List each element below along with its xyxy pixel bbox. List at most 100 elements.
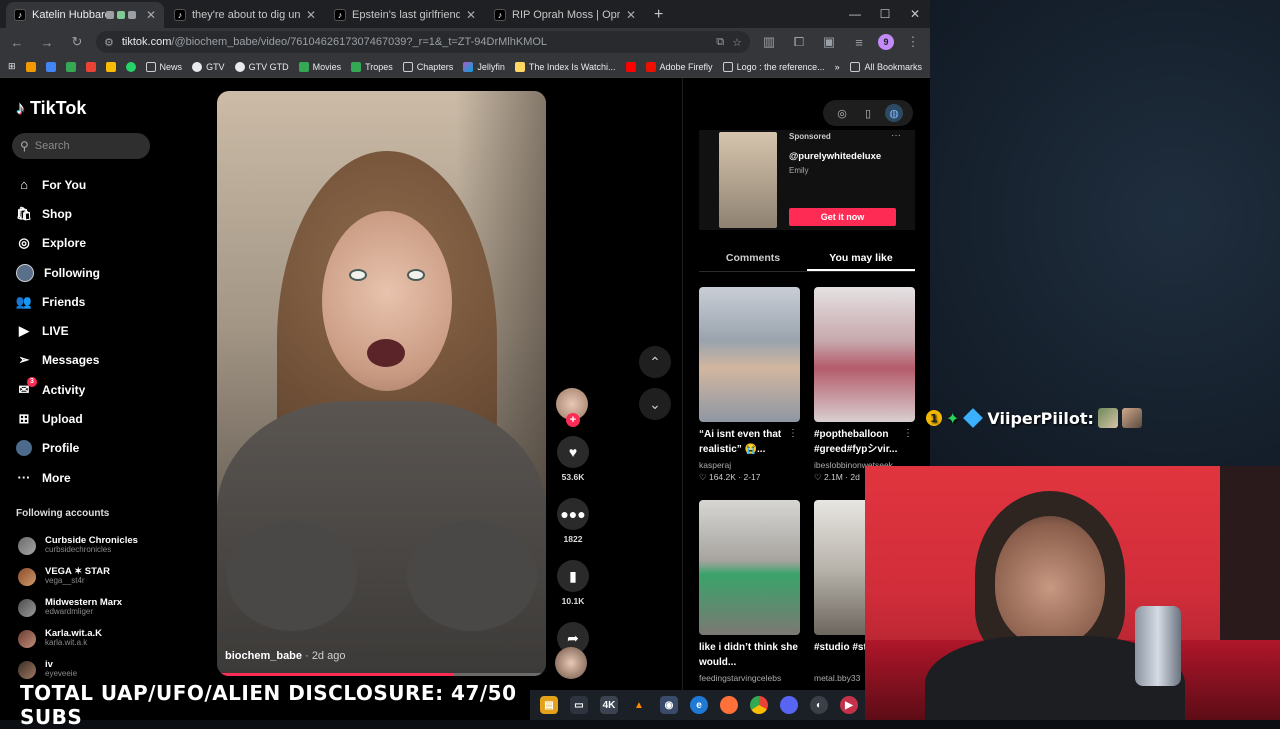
tab-search-icon[interactable]: ≡ bbox=[848, 31, 870, 53]
bookmark-icon-5[interactable] bbox=[105, 61, 116, 72]
close-window-icon[interactable]: ✕ bbox=[900, 0, 930, 28]
chrome-taskbar-icon[interactable] bbox=[750, 696, 768, 714]
account-item[interactable]: VEGA ✶ STAR vega__st4r bbox=[18, 561, 158, 592]
nav-shop[interactable]: 🛍 Shop bbox=[16, 199, 166, 228]
new-tab-button[interactable]: + bbox=[646, 6, 671, 28]
phone-icon[interactable]: ▯ bbox=[859, 104, 877, 122]
extensions-icon[interactable]: ⧠ bbox=[788, 31, 810, 53]
vlc-taskbar-icon[interactable]: ▲ bbox=[630, 696, 648, 714]
video-author[interactable]: biochem_babe · 2d ago bbox=[225, 650, 345, 662]
browser-menu-icon[interactable]: ⋮ bbox=[902, 31, 924, 53]
discord-taskbar-icon[interactable] bbox=[780, 696, 798, 714]
tab-dig-under[interactable]: ♪ they're about to dig under the ✕ bbox=[166, 2, 324, 28]
back-icon[interactable]: ← bbox=[6, 31, 28, 53]
nav-activity[interactable]: ✉ 3 Activity bbox=[16, 375, 166, 404]
nav-friends[interactable]: 👥 Friends bbox=[16, 287, 166, 316]
tab-comments[interactable]: Comments bbox=[699, 246, 807, 271]
reading-list-icon[interactable]: ▥ bbox=[758, 31, 780, 53]
nav-messages[interactable]: ➢ Messages bbox=[16, 346, 166, 375]
nav-upload[interactable]: ⊞ Upload bbox=[16, 404, 166, 433]
maximize-icon[interactable]: ☐ bbox=[870, 0, 900, 28]
card-thumbnail[interactable] bbox=[699, 287, 800, 422]
bookmark-icon-3[interactable] bbox=[65, 61, 76, 72]
video-progress-bar[interactable] bbox=[217, 673, 546, 676]
nav-explore[interactable]: ◎ Explore bbox=[16, 229, 166, 258]
comment-icon[interactable]: ●●● bbox=[557, 498, 589, 530]
save-action[interactable]: ▮ 10.1K bbox=[555, 560, 591, 606]
follow-plus-icon[interactable]: + bbox=[566, 413, 580, 427]
nav-for-you[interactable]: ⌂ For You bbox=[16, 170, 166, 199]
tab-katelin-hubbard[interactable]: ♪ Katelin Hubbard, PhD ✕ bbox=[6, 2, 164, 28]
app-taskbar-icon[interactable]: ◉ bbox=[660, 696, 678, 714]
bookmark-jellyfin[interactable]: Jellyfin bbox=[463, 61, 505, 72]
creator-avatar[interactable]: + bbox=[556, 388, 588, 427]
account-item[interactable]: Midwestern Marx edwardmliger bbox=[18, 592, 158, 623]
gmail-icon[interactable] bbox=[85, 61, 96, 72]
bookmarks-overflow-button[interactable]: » bbox=[835, 62, 840, 72]
close-tab-icon[interactable]: ✕ bbox=[466, 8, 476, 22]
close-tab-icon[interactable]: ✕ bbox=[626, 8, 636, 22]
video-card[interactable]: like i didn’t think she would... feeding… bbox=[699, 500, 800, 683]
tab-oprah[interactable]: ♪ RIP Oprah Moss | Oprah | TikTok ✕ bbox=[486, 2, 644, 28]
apps-grid-icon[interactable]: ⊞ bbox=[8, 61, 16, 72]
forward-icon[interactable]: → bbox=[36, 31, 58, 53]
bookmark-index[interactable]: The Index Is Watchi... bbox=[514, 61, 616, 72]
cast-icon[interactable]: ⧉ bbox=[716, 36, 724, 49]
window-taskbar-icon[interactable]: ▭ bbox=[570, 696, 588, 714]
site-info-icon[interactable]: ⚙ bbox=[104, 36, 114, 49]
all-bookmarks-button[interactable]: All Bookmarks bbox=[850, 61, 922, 72]
4k-taskbar-icon[interactable]: 4K bbox=[600, 696, 618, 714]
bookmark-chapters[interactable]: Chapters bbox=[402, 61, 453, 72]
account-item[interactable]: Curbside Chronicles curbsidechronicles bbox=[18, 530, 158, 561]
globe-icon[interactable]: ◍ bbox=[885, 104, 903, 122]
music-disc-avatar[interactable] bbox=[555, 647, 587, 679]
media-taskbar-icon[interactable]: ▶ bbox=[840, 696, 858, 714]
video-card[interactable]: “Ai isnt even that realistic” 😭... ⋮ kas… bbox=[699, 287, 800, 483]
card-thumbnail[interactable] bbox=[814, 287, 915, 422]
like-action[interactable]: ♥ 53.6K bbox=[555, 436, 591, 482]
previous-video-button[interactable]: ⌃ bbox=[639, 346, 671, 378]
close-tab-icon[interactable]: ✕ bbox=[306, 8, 316, 22]
compass-icon[interactable]: ◎ bbox=[833, 104, 851, 122]
obs-taskbar-icon[interactable]: ◐ bbox=[810, 696, 828, 714]
get-it-now-button[interactable]: Get it now bbox=[789, 208, 896, 226]
bookmark-adobe-firefly[interactable]: Adobe Firefly bbox=[645, 61, 713, 72]
search-box[interactable]: ⚲ bbox=[12, 133, 150, 159]
screenshot-icon[interactable]: ▣ bbox=[818, 31, 840, 53]
nav-live[interactable]: ▶ LIVE bbox=[16, 316, 166, 345]
bookmark-gtv-gtd[interactable]: GTV GTD bbox=[234, 61, 289, 72]
bookmark-tropes[interactable]: Tropes bbox=[351, 61, 393, 72]
bookmark-youtube[interactable] bbox=[625, 61, 636, 72]
nav-following[interactable]: Following bbox=[16, 258, 166, 287]
bookmark-logo-reference[interactable]: Logo : the reference... bbox=[722, 61, 825, 72]
bookmark-icon-2[interactable] bbox=[45, 61, 56, 72]
search-input[interactable] bbox=[34, 140, 135, 152]
nav-more[interactable]: ··· More bbox=[16, 463, 166, 492]
video-player[interactable]: biochem_babe · 2d ago bbox=[217, 91, 546, 676]
profile-avatar-icon[interactable]: 9 bbox=[878, 34, 894, 50]
address-bar[interactable]: ⚙ tiktok.com/@biochem_babe/video/7610462… bbox=[96, 31, 750, 53]
next-video-button[interactable]: ⌄ bbox=[639, 388, 671, 420]
tab-you-may-like[interactable]: You may like bbox=[807, 246, 915, 271]
firefox-taskbar-icon[interactable] bbox=[720, 696, 738, 714]
bookmark-icon[interactable]: ▮ bbox=[557, 560, 589, 592]
account-item[interactable]: Karla.wit.a.K karla.wit.a.k bbox=[18, 623, 158, 654]
edge-taskbar-icon[interactable]: e bbox=[690, 696, 708, 714]
bookmark-movies[interactable]: Movies bbox=[298, 61, 341, 72]
tiktok-logo[interactable]: ♪ TikTok bbox=[16, 98, 86, 119]
video-card[interactable]: #poptheballoon #greed#fypシvir... ⋮ ibesl… bbox=[814, 287, 915, 483]
whatsapp-icon[interactable] bbox=[125, 61, 136, 72]
close-tab-icon[interactable]: ✕ bbox=[146, 8, 156, 22]
card-more-icon[interactable]: ⋮ bbox=[788, 428, 798, 439]
minimize-icon[interactable]: — bbox=[840, 0, 870, 28]
sponsored-ad[interactable]: Sponsored ··· @purelywhitedeluxe Emily G… bbox=[699, 130, 915, 230]
bookmark-star-icon[interactable]: ☆ bbox=[732, 36, 742, 49]
nav-profile[interactable]: Profile bbox=[16, 434, 166, 463]
folder-taskbar-icon[interactable]: ▤ bbox=[540, 696, 558, 714]
ad-more-icon[interactable]: ··· bbox=[891, 130, 901, 141]
tab-epstein[interactable]: ♪ Epstein's last girlfriend, Karyna ✕ bbox=[326, 2, 484, 28]
heart-icon[interactable]: ♥ bbox=[557, 436, 589, 468]
bookmark-icon-1[interactable] bbox=[25, 61, 36, 72]
card-thumbnail[interactable] bbox=[699, 500, 800, 635]
card-more-icon[interactable]: ⋮ bbox=[903, 428, 913, 439]
